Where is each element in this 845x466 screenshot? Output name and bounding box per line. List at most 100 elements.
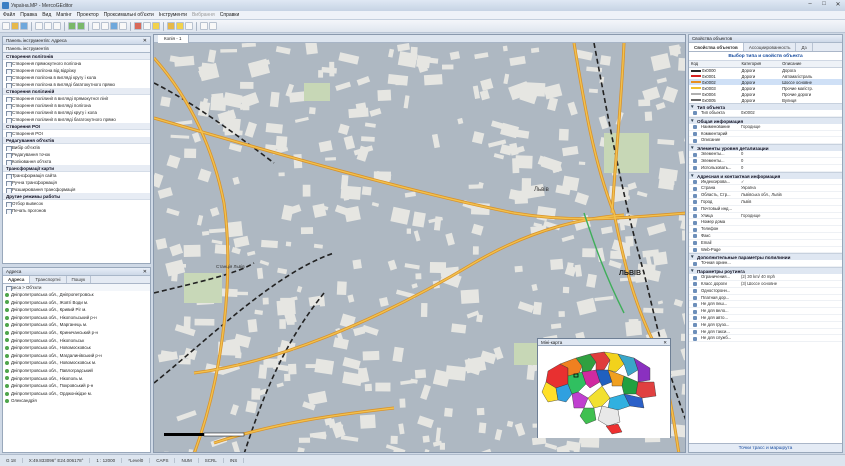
property-row[interactable]: Email [689,240,842,247]
property-value[interactable] [739,322,842,328]
address-list-item[interactable]: Дніпропетровська обл., Нікополь м. [3,375,150,383]
tool-item[interactable]: Створення полігона від відрізку [3,67,150,74]
tool-item[interactable]: Створення прямокутного полігона [3,60,150,67]
property-row[interactable]: Не для служб... [689,335,842,343]
property-row[interactable]: Элементы... 0 [689,158,842,165]
address-list-item[interactable]: Дніпропетровська обл., Нікопольський р-н [3,314,150,322]
property-value[interactable] [739,295,842,301]
undo-icon[interactable] [68,22,76,30]
property-row[interactable]: Класс дороги (3) Шоссе основне [689,281,842,288]
measure-icon[interactable] [200,22,208,30]
tool-item[interactable]: Копіювання об'єкта [3,158,150,165]
zoom-extent-icon[interactable] [110,22,118,30]
property-row[interactable]: Город Львів [689,199,842,206]
property-row[interactable]: Индексирова... ✓ [689,179,842,186]
menu-item[interactable]: Справки [220,12,240,18]
highlight-icon[interactable] [176,22,184,30]
property-row[interactable]: Платная дор... [689,295,842,302]
tool-item[interactable]: Печать прогонов [3,207,150,214]
property-row[interactable]: Страна Україна [689,185,842,193]
copy-icon[interactable] [44,22,52,30]
properties-tab[interactable]: Дз [796,43,813,51]
address-list-item[interactable]: Олександрія [3,397,150,405]
tool-item[interactable]: Редагування точок [3,151,150,158]
tool-item[interactable]: Трансформація сайта [3,172,150,179]
tool-item[interactable]: Отбор вывесок [3,200,150,207]
zoom-out-icon[interactable] [101,22,109,30]
route-points-button[interactable]: Точки трасс и маршрута [689,443,842,452]
tool-item[interactable]: Створення полілинії в вигляді прямокутно… [3,95,150,102]
property-row[interactable]: Точная ориен... [689,260,842,268]
tool-item[interactable]: Ручна трансформація [3,179,150,186]
property-group-header[interactable]: Дополнительные параметры полилинии [689,253,842,261]
property-value[interactable]: (2) 30 km/ 40 mph [739,274,842,280]
property-group-header[interactable]: Адресная и контактная информация [689,171,842,180]
property-value[interactable] [739,288,842,294]
minimap-canvas[interactable] [538,346,670,438]
tool-item[interactable]: Створення полілинії в вигляді кругу і ко… [3,109,150,116]
property-value[interactable]: 0x0002 [739,110,842,116]
open-folder-icon[interactable] [11,22,19,30]
property-value[interactable]: Львівська обл., Львів [739,192,842,198]
property-row[interactable]: Не для такси... [689,329,842,336]
map-tab[interactable]: Копія - 1 [158,35,189,43]
property-value[interactable] [739,226,842,232]
property-value[interactable]: Україна [739,185,842,191]
tool-section-title[interactable]: Створення полілиній [3,88,150,95]
property-value[interactable]: 0 [739,158,842,164]
property-value[interactable] [739,219,842,225]
address-tab[interactable]: Пошук [67,276,92,283]
menu-item[interactable]: Файл [3,12,15,18]
property-value[interactable] [739,247,842,253]
property-row[interactable]: Описание [689,137,842,145]
layers-icon[interactable] [167,22,175,30]
minimize-icon[interactable]: – [806,1,814,8]
property-row[interactable]: Односторонн... [689,288,842,295]
address-list-item[interactable]: Дніпропетровська обл., Магдалинівський р… [3,352,150,360]
address-list-item[interactable]: Дніпропетровська обл., Орджонікідзе м. [3,390,150,398]
property-row[interactable]: Почтовый инд... [689,206,842,213]
pan-icon[interactable] [119,22,127,30]
tool-item[interactable]: Вибір об'єктів [3,144,150,151]
tool-item[interactable]: Створення полігона в вигляді кругу і кол… [3,74,150,81]
property-value[interactable] [739,206,842,212]
property-value[interactable] [739,137,842,143]
menu-item[interactable]: Вид [42,12,51,18]
property-value[interactable]: 0 [739,151,842,157]
property-value[interactable] [739,308,842,314]
property-row[interactable]: Наименование Городище [689,124,842,131]
address-list-item[interactable]: Дніпропетровська обл., Криничанський р-н [3,329,150,337]
tool-section-title[interactable]: Редагування об'єктів [3,137,150,144]
menu-item[interactable]: Вибрання [192,12,215,18]
property-value[interactable] [739,301,842,307]
property-value[interactable] [739,335,842,341]
menu-item[interactable]: Мапінг [56,12,71,18]
property-value[interactable] [739,233,842,239]
property-row[interactable]: Не для вело... [689,308,842,315]
property-row[interactable]: Факс [689,233,842,240]
address-list-item[interactable]: Дніпропетровська обл., Кривий Ріг м. [3,306,150,314]
property-row[interactable]: Не для пеш... [689,301,842,309]
property-value[interactable]: (3) Шоссе основне [739,281,842,287]
property-row[interactable]: Тип объекта 0x0002 [689,110,842,117]
redo-icon[interactable] [77,22,85,30]
save-icon[interactable] [20,22,28,30]
address-tab[interactable]: Транспортні [30,276,67,283]
property-value[interactable] [739,260,842,266]
cut-icon[interactable] [35,22,43,30]
zoom-in-icon[interactable] [92,22,100,30]
property-row[interactable]: Улица Городище [689,213,842,220]
property-value[interactable] [739,240,842,246]
property-row[interactable]: Не для авто... [689,315,842,322]
address-list-item[interactable]: Дніпропетровська обл., Нікопольськ [3,337,150,345]
new-file-icon[interactable] [2,22,10,30]
property-row[interactable]: Использовать... 0 [689,165,842,172]
menu-item[interactable]: Інструменти [159,12,187,18]
address-list-item[interactable]: Дніпропетровська обл., Жовті Води м. [3,299,150,307]
property-group-header[interactable]: Параметры роутинга [689,267,842,275]
hand-icon[interactable] [209,22,217,30]
property-row[interactable]: Ограничения... (2) 30 km/ 40 mph [689,274,842,281]
properties-tab[interactable]: Ассоциированность [744,43,797,51]
tool-item[interactable]: Створення полілинії в вигляді полігона [3,102,150,109]
tool-section-title[interactable]: Трансформації карти [3,165,150,172]
